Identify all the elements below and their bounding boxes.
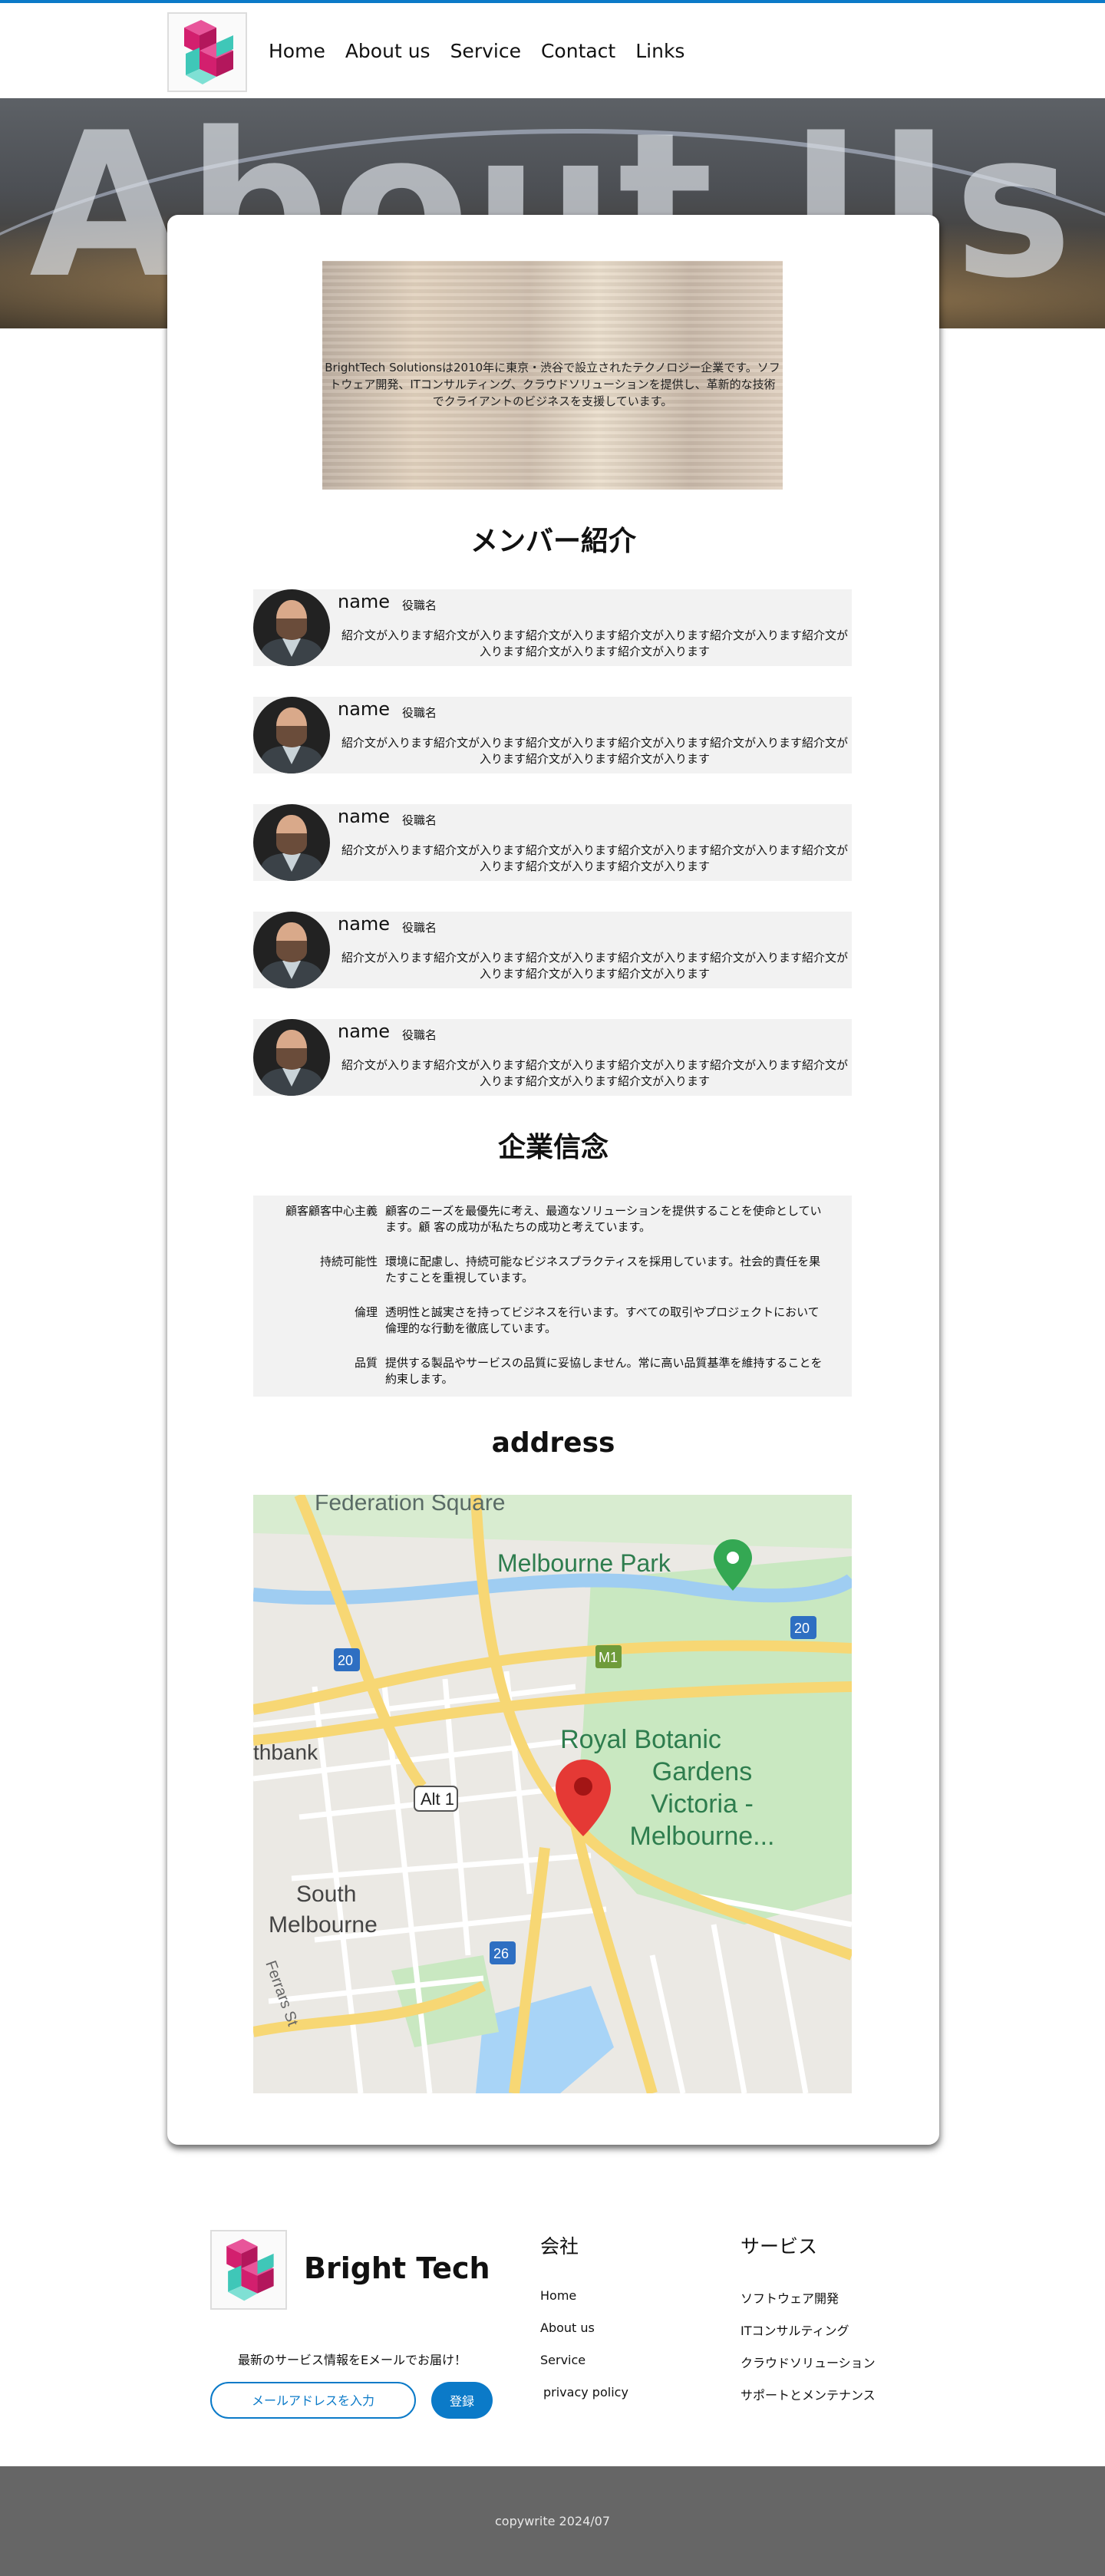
- member-role: 役職名: [402, 813, 437, 827]
- member-avatar: [253, 804, 330, 881]
- footer-link-it-consulting[interactable]: ITコンサルティング: [741, 2320, 849, 2339]
- nav-service[interactable]: Service: [450, 40, 521, 62]
- member-description: 紹介文が入ります紹介文が入ります紹介文が入ります紹介文が入ります紹介文が入ります…: [341, 628, 848, 658]
- footer-link-cloud[interactable]: クラウドソリューション: [741, 2353, 876, 2371]
- member-name: name: [338, 1021, 391, 1042]
- values-text: 提供する製品やサービスの品質に妥協しません。常に高い品質基準を維持することを約束…: [385, 1356, 823, 1386]
- values-table: 顧客顧客中心主義 顧客のニーズを最優先に考え、最適なソリューションを提供すること…: [253, 1196, 852, 1397]
- member-avatar: [253, 589, 330, 666]
- nav-home[interactable]: Home: [269, 40, 325, 62]
- member-card: name 役職名 紹介文が入ります紹介文が入ります紹介文が入ります紹介文が入りま…: [253, 912, 852, 988]
- member-card: name 役職名 紹介文が入ります紹介文が入ります紹介文が入ります紹介文が入りま…: [253, 1019, 852, 1096]
- member-role: 役職名: [402, 706, 437, 720]
- intro-text: BrightTech Solutionsは2010年に東京・渋谷で設立されたテク…: [325, 361, 780, 408]
- member-card: name 役職名 紹介文が入ります紹介文が入ります紹介文が入ります紹介文が入りま…: [253, 589, 852, 666]
- footer-link-home[interactable]: Home: [540, 2288, 576, 2303]
- map-label-melbourne-park: Melbourne Park: [497, 1549, 671, 1577]
- map-label-southbank: thbank: [253, 1740, 318, 1764]
- footer-company-heading: 会社: [540, 2235, 579, 2258]
- map-label-alt1: Alt 1: [421, 1789, 454, 1809]
- member-name: name: [338, 913, 391, 935]
- values-text: 環境に配慮し、持続可能なビジネスプラクティスを採用しています。社会的責任を果たす…: [385, 1255, 821, 1285]
- member-avatar: [253, 1019, 330, 1096]
- member-name: name: [338, 806, 391, 827]
- member-card: name 役職名 紹介文が入ります紹介文が入ります紹介文が入ります紹介文が入りま…: [253, 697, 852, 773]
- values-key: 持続可能性: [319, 1255, 378, 1268]
- map-shield-20-east: 20: [794, 1621, 810, 1636]
- site-header: Home About us Service Contact Links: [0, 3, 1105, 98]
- footer-link-service[interactable]: Service: [540, 2353, 585, 2367]
- nav-links[interactable]: Links: [635, 40, 684, 62]
- newsletter-register-button[interactable]: 登録: [431, 2382, 493, 2419]
- nav-about-us[interactable]: About us: [345, 40, 430, 62]
- address-title: address: [491, 1427, 615, 1459]
- map-shield-26: 26: [493, 1946, 509, 1961]
- newsletter-email-input[interactable]: [210, 2382, 416, 2419]
- map-label-south: South: [296, 1882, 356, 1907]
- values-key: 顧客顧客中心主義: [285, 1204, 378, 1218]
- member-role: 役職名: [402, 599, 437, 612]
- member-description: 紹介文が入ります紹介文が入ります紹介文が入ります紹介文が入ります紹介文が入ります…: [341, 736, 848, 766]
- member-description: 紹介文が入ります紹介文が入ります紹介文が入ります紹介文が入ります紹介文が入ります…: [341, 951, 848, 981]
- map-label-south-melbourne: Melbourne: [269, 1912, 378, 1938]
- values-key: 品質: [354, 1356, 378, 1370]
- intro-image: BrightTech Solutionsは2010年に東京・渋谷で設立されたテク…: [322, 261, 783, 490]
- footer-link-support[interactable]: サポートとメンテナンス: [741, 2385, 876, 2403]
- newsletter-label: 最新のサービス情報をEメールでお届け！: [237, 2353, 467, 2367]
- member-avatar: [253, 912, 330, 988]
- footer-logo[interactable]: [210, 2230, 287, 2310]
- member-name: name: [338, 591, 391, 612]
- values-text: 顧客のニーズを最優先に考え、最適なソリューションを提供することを使命としています…: [385, 1204, 822, 1234]
- map-shield-m1: M1: [599, 1650, 618, 1665]
- map-label-federation-square: Federation Square: [315, 1495, 506, 1516]
- footer-service-heading: サービス: [741, 2235, 818, 2258]
- bright-tech-logo[interactable]: [167, 12, 247, 92]
- map-label-royal-botanic: Royal Botanic: [560, 1725, 721, 1754]
- footer-link-privacy-policy[interactable]: privacy policy: [543, 2385, 628, 2400]
- footer-link-about-us[interactable]: About us: [540, 2320, 595, 2335]
- member-name: name: [338, 698, 391, 720]
- map-label-melbourne: Melbourne...: [630, 1822, 775, 1851]
- footer-link-software[interactable]: ソフトウェア開発: [741, 2288, 839, 2307]
- values-title: 企業信念: [497, 1132, 609, 1163]
- footer-brand-name: Bright Tech: [304, 2251, 490, 2285]
- values-text: 透明性と誠実さを持ってビジネスを行います。すべての取引やプロジェクトにおいて倫理…: [385, 1305, 820, 1335]
- nav-contact[interactable]: Contact: [541, 40, 615, 62]
- member-role: 役職名: [402, 921, 437, 935]
- member-card: name 役職名 紹介文が入ります紹介文が入ります紹介文が入ります紹介文が入りま…: [253, 804, 852, 881]
- member-description: 紹介文が入ります紹介文が入ります紹介文が入ります紹介文が入ります紹介文が入ります…: [341, 1058, 848, 1088]
- main-nav: Home About us Service Contact Links: [269, 40, 684, 62]
- member-description: 紹介文が入ります紹介文が入ります紹介文が入ります紹介文が入ります紹介文が入ります…: [341, 843, 848, 873]
- map-shield-20: 20: [338, 1653, 353, 1668]
- address-map[interactable]: Federation Square Melbourne Park thbank …: [253, 1495, 852, 2093]
- map-label-gardens: Gardens: [652, 1757, 752, 1786]
- member-role: 役職名: [402, 1028, 437, 1042]
- values-key: 倫理: [354, 1305, 378, 1319]
- map-label-victoria: Victoria -: [651, 1789, 754, 1819]
- copyright-text: copywrite 2024/07: [495, 2514, 610, 2528]
- members-title: メンバー紹介: [470, 526, 636, 557]
- member-avatar: [253, 697, 330, 773]
